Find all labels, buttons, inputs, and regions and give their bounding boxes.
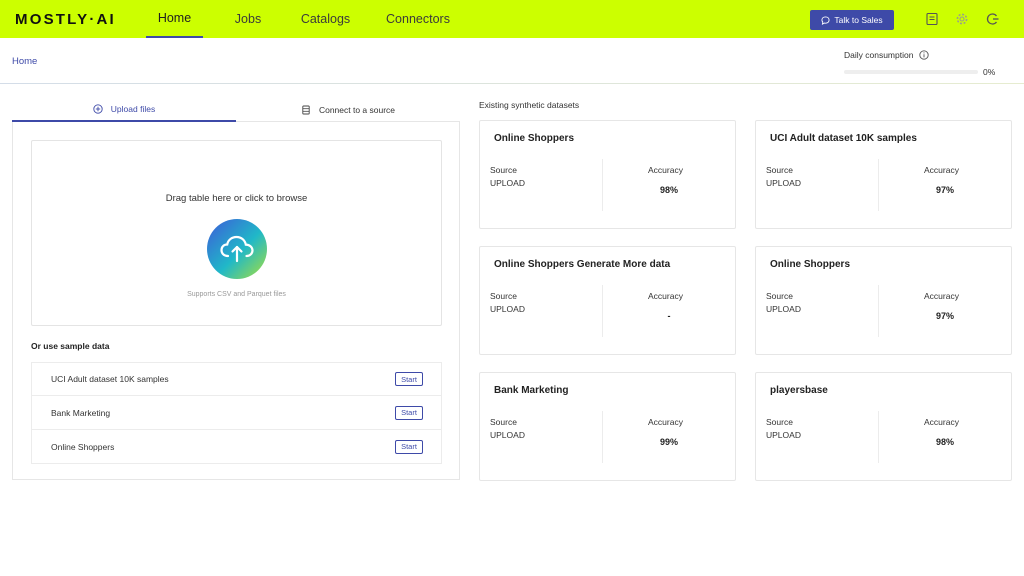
dropzone-subtitle: Supports CSV and Parquet files: [187, 291, 286, 298]
accuracy-value: 97%: [935, 185, 954, 195]
daily-consumption-label: Daily consumption: [844, 50, 930, 60]
dataset-card[interactable]: Online Shoppers Source UPLOAD Accuracy 9…: [755, 246, 1012, 355]
sample-name: Online Shoppers: [51, 441, 115, 452]
source-label: Source: [766, 291, 793, 301]
accuracy-label: Accuracy: [648, 291, 683, 301]
accuracy-value: 98%: [659, 185, 678, 195]
dataset-card[interactable]: UCI Adult dataset 10K samples Source UPL…: [755, 120, 1012, 229]
datasets-grid: Online Shoppers Source UPLOAD Accuracy 9…: [479, 120, 1013, 481]
source-label: Source: [490, 417, 517, 427]
source-value: UPLOAD: [766, 178, 801, 188]
cloud-upload-icon: [220, 235, 254, 263]
start-button[interactable]: Start: [395, 405, 423, 420]
dataset-name: Online Shoppers: [770, 259, 851, 270]
sample-data-list: UCI Adult dataset 10K samples Start Bank…: [31, 362, 442, 464]
top-navigation-bar: MOSTLY·AI Home Jobs Catalogs Connectors …: [0, 0, 1024, 38]
info-icon[interactable]: [919, 50, 930, 60]
list-item: Bank Marketing Start: [31, 396, 442, 430]
daily-consumption-percent: 0%: [983, 67, 996, 77]
start-button[interactable]: Start: [395, 372, 423, 386]
talk-to-sales-button[interactable]: Talk to Sales: [810, 10, 894, 30]
sample-data-title: Or use sample data: [31, 341, 110, 351]
accuracy-label: Accuracy: [924, 291, 959, 301]
tab-upload-files[interactable]: Upload files: [12, 98, 236, 122]
chat-icon: [821, 15, 830, 25]
accuracy-label: Accuracy: [648, 417, 683, 427]
source-value: UPLOAD: [490, 304, 525, 314]
gear-icon[interactable]: [955, 12, 969, 26]
upload-cloud-badge[interactable]: [207, 219, 267, 279]
upload-panel: Drag table here or click to browse Suppo…: [12, 122, 460, 480]
mostly-ai-logo[interactable]: MOSTLY·AI: [15, 11, 116, 28]
dataset-name: playersbase: [770, 385, 828, 396]
nav-tab-home[interactable]: Home: [146, 0, 203, 38]
source-label: Source: [766, 417, 793, 427]
source-label: Source: [490, 165, 517, 175]
accuracy-label: Accuracy: [924, 417, 959, 427]
accuracy-label: Accuracy: [924, 165, 959, 175]
dropzone-title: Drag table here or click to browse: [165, 193, 308, 204]
dataset-card[interactable]: Online Shoppers Generate More data Sourc…: [479, 246, 736, 355]
sample-name: UCI Adult dataset 10K samples: [51, 374, 169, 384]
accuracy-value: -: [667, 311, 671, 321]
source-tabs: Upload files Connect to a source: [12, 98, 460, 122]
list-item: Online Shoppers Start: [31, 430, 442, 464]
tab-connect-source-label: Connect to a source: [318, 104, 396, 115]
nav-tab-connectors[interactable]: Connectors: [368, 0, 468, 38]
dataset-name: UCI Adult dataset 10K samples: [770, 133, 917, 144]
nav-tab-catalogs[interactable]: Catalogs: [283, 0, 368, 38]
nav-tab-jobs[interactable]: Jobs: [213, 0, 283, 38]
list-item: UCI Adult dataset 10K samples Start: [31, 362, 442, 396]
start-button[interactable]: Start: [395, 439, 423, 454]
accuracy-value: 97%: [935, 311, 954, 321]
logout-icon[interactable]: [986, 12, 1000, 26]
source-label: Source: [766, 165, 793, 175]
dataset-card[interactable]: Bank Marketing Source UPLOAD Accuracy 99…: [479, 372, 736, 481]
source-label: Source: [490, 291, 517, 301]
accuracy-value: 98%: [935, 437, 954, 447]
main-nav: Home Jobs Catalogs Connectors: [146, 0, 468, 38]
dataset-card[interactable]: playersbase Source UPLOAD Accuracy 98%: [755, 372, 1012, 481]
plus-circle-icon: [93, 104, 103, 114]
accuracy-label: Accuracy: [648, 165, 683, 175]
tab-upload-files-label: Upload files: [110, 104, 156, 114]
file-dropzone[interactable]: Drag table here or click to browse Suppo…: [31, 140, 442, 326]
source-value: UPLOAD: [766, 430, 801, 440]
dataset-card[interactable]: Online Shoppers Source UPLOAD Accuracy 9…: [479, 120, 736, 229]
accuracy-value: 99%: [659, 437, 678, 447]
tab-connect-source[interactable]: Connect to a source: [236, 98, 460, 122]
daily-consumption-progress: [844, 70, 978, 74]
dataset-name: Online Shoppers Generate More data: [494, 259, 671, 270]
document-icon[interactable]: [925, 12, 939, 26]
source-value: UPLOAD: [490, 430, 525, 440]
source-value: UPLOAD: [490, 178, 525, 188]
breadcrumb-home[interactable]: Home: [12, 56, 37, 67]
sample-name: Bank Marketing: [51, 407, 111, 418]
talk-to-sales-label: Talk to Sales: [834, 15, 883, 25]
source-value: UPLOAD: [766, 304, 801, 314]
database-icon: [302, 105, 310, 114]
daily-consumption-text: Daily consumption: [844, 50, 914, 60]
header-divider: [0, 83, 1024, 84]
dataset-name: Online Shoppers: [494, 133, 575, 144]
datasets-title: Existing synthetic datasets: [479, 100, 580, 110]
dataset-name: Bank Marketing: [494, 385, 569, 396]
